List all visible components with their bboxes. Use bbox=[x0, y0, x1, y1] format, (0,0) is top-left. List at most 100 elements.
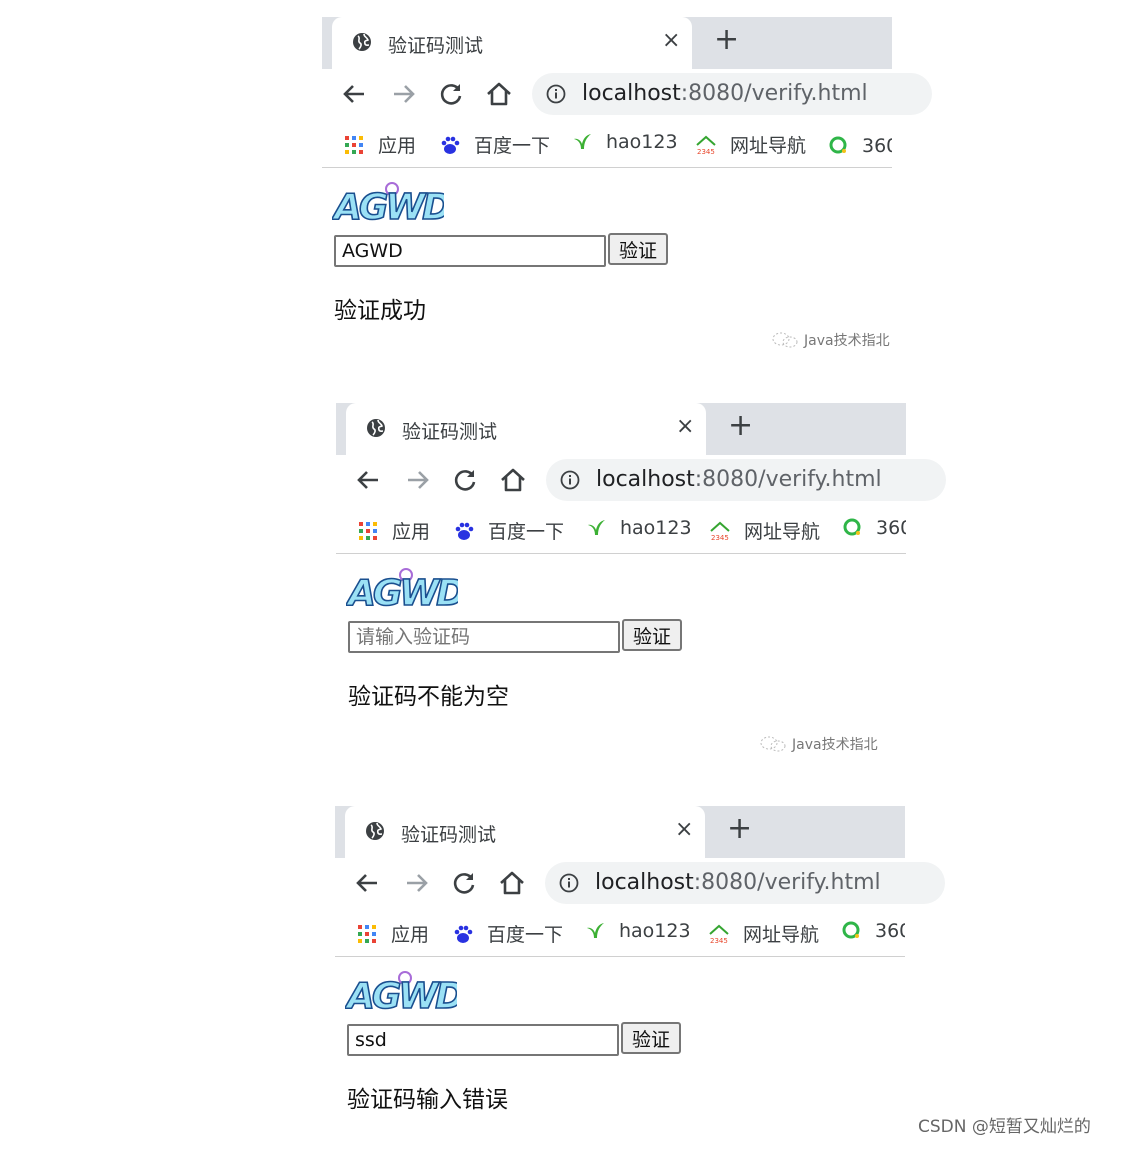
hao123-sprout-icon bbox=[588, 520, 605, 535]
forward-arrow-icon[interactable] bbox=[401, 868, 431, 898]
tab-close-icon[interactable]: × bbox=[662, 28, 680, 53]
hao123-sprout-icon bbox=[587, 923, 604, 938]
360-ring-icon bbox=[842, 921, 860, 939]
browser-tab[interactable]: 验证码测试 × bbox=[346, 403, 706, 455]
back-arrow-icon[interactable] bbox=[340, 79, 370, 109]
bookmarks-bar: 应用 百度一下 hao123 2345 网址导航 360搜索 bbox=[322, 119, 892, 168]
svg-text:2345: 2345 bbox=[710, 937, 728, 944]
tab-title: 验证码测试 bbox=[388, 35, 484, 57]
reload-icon[interactable] bbox=[450, 465, 480, 495]
forward-arrow-icon[interactable] bbox=[388, 79, 418, 109]
browser-tab[interactable]: 验证码测试 × bbox=[332, 17, 692, 69]
url-text[interactable]: localhost:8080/verify.html bbox=[595, 870, 881, 895]
captcha-text: AGWD bbox=[345, 976, 457, 1016]
bookmark-apps[interactable]: 应用 bbox=[357, 920, 429, 947]
bookmark-apps[interactable]: 应用 bbox=[344, 131, 416, 158]
address-bar[interactable]: localhost:8080/verify.html bbox=[532, 73, 932, 115]
bookmark-baidu[interactable]: 百度一下 bbox=[440, 131, 550, 158]
reload-icon[interactable] bbox=[449, 868, 479, 898]
captcha-image[interactable]: AGWD bbox=[345, 970, 457, 1016]
nav2345-house-icon: 2345 bbox=[710, 521, 730, 541]
tab-strip: 验证码测试 × + bbox=[335, 806, 905, 858]
bookmarks-bar: 应用 百度一下 hao123 2345 网址导航 360 bbox=[335, 908, 905, 957]
home-icon[interactable] bbox=[497, 868, 527, 898]
captcha-image[interactable]: AGWD bbox=[346, 567, 458, 613]
new-tab-icon[interactable]: + bbox=[714, 22, 739, 57]
navigation-toolbar: localhost:8080/verify.html bbox=[322, 69, 932, 119]
captcha-input[interactable] bbox=[347, 1024, 619, 1056]
verify-button[interactable]: 验证 bbox=[621, 1022, 681, 1054]
watermark: Java技术指北 bbox=[772, 330, 890, 350]
baidu-paw-icon bbox=[455, 522, 474, 540]
svg-text:2345: 2345 bbox=[697, 148, 715, 155]
tab-close-icon[interactable]: × bbox=[676, 414, 694, 439]
navigation-toolbar: localhost:8080/verify.html bbox=[335, 858, 945, 908]
back-arrow-icon[interactable] bbox=[353, 868, 383, 898]
back-arrow-icon[interactable] bbox=[354, 465, 384, 495]
captcha-image[interactable]: AGWD bbox=[332, 181, 444, 227]
bookmark-baidu[interactable]: 百度一下 bbox=[453, 920, 563, 947]
page-content: AGWD 验证 验证码输入错误 bbox=[335, 958, 905, 1168]
captcha-text: AGWD bbox=[332, 187, 444, 227]
info-icon[interactable] bbox=[546, 84, 566, 104]
360-ring-icon bbox=[829, 136, 847, 154]
globe-icon bbox=[353, 33, 371, 51]
wechat-logo-icon bbox=[772, 332, 798, 348]
home-icon[interactable] bbox=[484, 79, 514, 109]
bookmarks-bar: 应用 百度一下 hao123 2345 网址导航 360 bbox=[336, 505, 906, 554]
nav2345-house-icon: 2345 bbox=[709, 924, 729, 944]
tab-strip: 验证码测试 × + bbox=[322, 17, 892, 69]
result-message: 验证码不能为空 bbox=[348, 684, 509, 710]
address-bar[interactable]: localhost:8080/verify.html bbox=[546, 459, 946, 501]
info-icon[interactable] bbox=[560, 470, 580, 490]
result-message: 验证码输入错误 bbox=[347, 1087, 508, 1113]
apps-grid-icon bbox=[358, 925, 376, 943]
url-text[interactable]: localhost:8080/verify.html bbox=[582, 81, 868, 106]
bookmark-hao123[interactable]: hao123 bbox=[572, 131, 678, 153]
wechat-logo-icon bbox=[760, 736, 786, 752]
tab-strip: 验证码测试 × + bbox=[336, 403, 906, 455]
bookmark-nav2345[interactable]: 2345 网址导航 bbox=[710, 517, 820, 544]
navigation-toolbar: localhost:8080/verify.html bbox=[336, 455, 946, 505]
hao123-sprout-icon bbox=[574, 134, 591, 149]
globe-icon bbox=[366, 822, 384, 840]
bookmark-baidu[interactable]: 百度一下 bbox=[454, 517, 564, 544]
browser-screenshot-success: 验证码测试 × + localhost:8080/verify.html 应用 … bbox=[322, 17, 932, 379]
browser-tab[interactable]: 验证码测试 × bbox=[345, 806, 705, 858]
browser-screenshot-error: 验证码测试 × + localhost:8080/verify.html 应用 … bbox=[335, 806, 945, 1168]
globe-icon bbox=[367, 419, 385, 437]
verify-button[interactable]: 验证 bbox=[608, 233, 668, 265]
baidu-paw-icon bbox=[454, 925, 473, 943]
new-tab-icon[interactable]: + bbox=[728, 408, 753, 443]
captcha-input[interactable] bbox=[334, 235, 606, 267]
result-message: 验证成功 bbox=[334, 298, 426, 324]
tab-title: 验证码测试 bbox=[402, 421, 498, 443]
bookmark-hao123[interactable]: hao123 bbox=[585, 920, 691, 942]
csdn-credit: CSDN @短暂又灿烂的 bbox=[918, 1117, 1091, 1137]
apps-grid-icon bbox=[359, 522, 377, 540]
svg-text:2345: 2345 bbox=[711, 534, 729, 541]
bookmark-hao123[interactable]: hao123 bbox=[586, 517, 692, 539]
baidu-paw-icon bbox=[441, 136, 460, 154]
bookmark-360[interactable]: 360 bbox=[841, 920, 905, 942]
home-icon[interactable] bbox=[498, 465, 528, 495]
info-icon[interactable] bbox=[559, 873, 579, 893]
bookmark-360[interactable]: 360搜索 bbox=[828, 131, 892, 158]
bookmark-360[interactable]: 360 bbox=[842, 517, 906, 539]
bookmark-nav2345[interactable]: 2345 网址导航 bbox=[709, 920, 819, 947]
forward-arrow-icon[interactable] bbox=[402, 465, 432, 495]
url-text[interactable]: localhost:8080/verify.html bbox=[596, 467, 882, 492]
verify-button[interactable]: 验证 bbox=[622, 619, 682, 651]
captcha-input[interactable] bbox=[348, 621, 620, 653]
tab-title: 验证码测试 bbox=[401, 824, 497, 846]
new-tab-icon[interactable]: + bbox=[727, 811, 752, 846]
browser-screenshot-empty: 验证码测试 × + localhost:8080/verify.html 应用 … bbox=[336, 403, 946, 765]
watermark: Java技术指北 bbox=[760, 734, 878, 754]
tab-close-icon[interactable]: × bbox=[675, 817, 693, 842]
captcha-text: AGWD bbox=[346, 573, 458, 613]
address-bar[interactable]: localhost:8080/verify.html bbox=[545, 862, 945, 904]
nav2345-house-icon: 2345 bbox=[696, 135, 716, 155]
reload-icon[interactable] bbox=[436, 79, 466, 109]
bookmark-nav2345[interactable]: 2345 网址导航 bbox=[696, 131, 806, 158]
bookmark-apps[interactable]: 应用 bbox=[358, 517, 430, 544]
